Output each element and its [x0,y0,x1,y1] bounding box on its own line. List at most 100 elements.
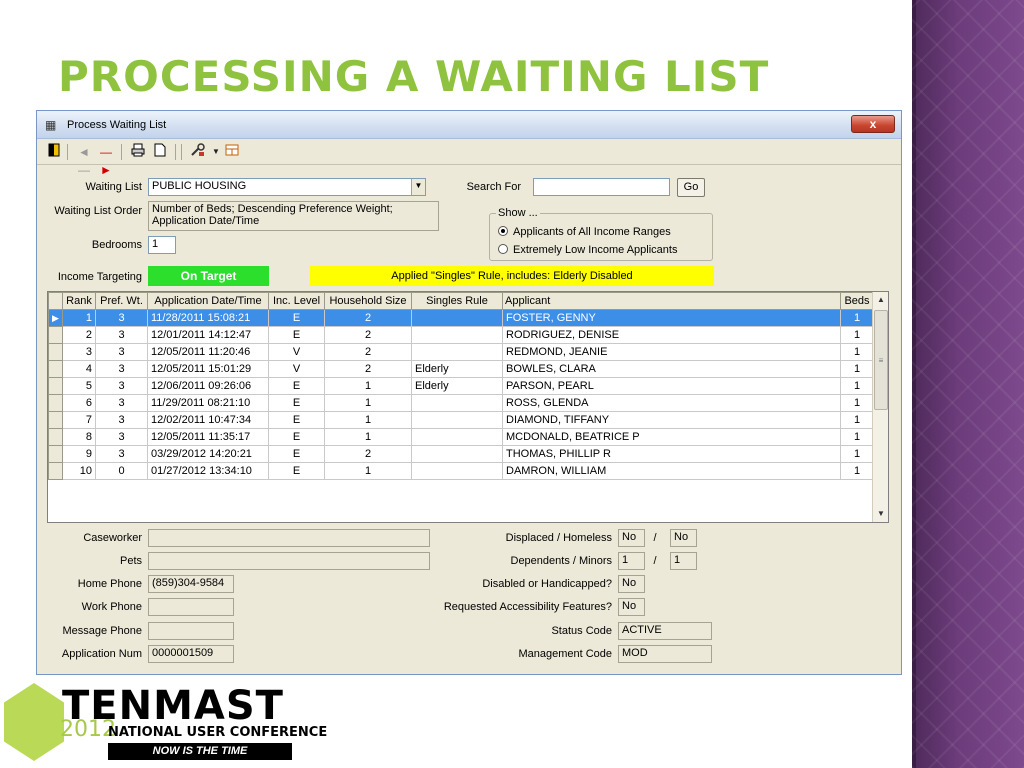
grid-scrollbar[interactable]: ▲ ≡ ▼ [872,292,888,522]
cell-beds: 1 [840,377,874,395]
cell-pref: 3 [95,360,148,378]
cell-singles [411,428,503,446]
column-header[interactable]: Inc. Level [268,292,325,310]
logo-badge-icon [4,683,64,761]
waiting-list-select[interactable]: PUBLIC HOUSING ▼ [148,178,426,196]
displaced-field: No [618,529,645,547]
cell-applicant: THOMAS, PHILLIP R [502,445,841,463]
row-indicator [48,411,63,429]
cell-applicant: MCDONALD, BEATRICE P [502,428,841,446]
application-num-field: 0000001509 [148,645,234,663]
tenmast-logo: TENMAST 2012 NATIONAL USER CONFERENCE NO… [4,683,327,763]
waiting-list-label: Waiting List [85,181,142,193]
cell-singles [411,326,503,344]
cell-hh: 1 [324,394,412,412]
cell-singles [411,309,503,327]
table-row[interactable]: ▶ 1 3 11/28/2011 15:08:21 E 2 FOSTER, GENNY 1 [48,309,874,327]
caseworker-label: Caseworker [83,532,142,544]
print-icon[interactable] [129,143,147,161]
radio-extremely-low[interactable]: Extremely Low Income Applicants [498,244,677,256]
column-header[interactable]: Rank [62,292,96,310]
caseworker-field [148,529,430,547]
dependents-field: 1 [618,552,645,570]
cell-beds: 1 [840,343,874,361]
accessibility-label: Requested Accessibility Features? [443,601,612,613]
scroll-thumb[interactable]: ≡ [874,310,888,410]
slash-separator: / [653,555,657,567]
minors-field: 1 [670,552,697,570]
cell-pref: 3 [95,411,148,429]
cell-pref: 3 [95,445,148,463]
cell-inc: E [268,326,325,344]
cell-rank: 6 [62,394,96,412]
cell-hh: 1 [324,428,412,446]
cell-applicant: REDMOND, JEANIE [502,343,841,361]
cell-singles: Elderly [411,360,503,378]
message-phone-field [148,622,234,640]
toolbar: ◄— —► ▼ [37,139,901,177]
cell-inc: E [268,462,325,480]
scroll-up-icon[interactable]: ▲ [873,292,888,308]
row-indicator [48,462,63,480]
cell-rank: 2 [62,326,96,344]
table-row[interactable]: 4 3 12/05/2011 15:01:29 V 2 Elderly BOWLES, CL… [48,360,874,378]
column-header[interactable]: Beds [840,292,874,310]
cell-beds: 1 [840,326,874,344]
table-row[interactable]: 10 0 01/27/2012 13:34:10 E 1 DAMRON, WILLIAM 1 [48,462,874,480]
disabled-label: Disabled or Handicapped? [482,578,612,590]
waiting-list-order-field: Number of Beds; Descending Preference We… [148,201,439,231]
on-target-badge: On Target [148,266,269,286]
cell-pref: 0 [95,462,148,480]
column-header[interactable]: Application Date/Time [147,292,269,310]
cell-date: 12/02/2011 10:47:34 [147,411,269,429]
close-button[interactable]: x [851,115,895,133]
table-row[interactable]: 7 3 12/02/2011 10:47:34 E 1 DIAMOND, TIFFANY 1 [48,411,874,429]
cell-date: 12/05/2011 11:35:17 [147,428,269,446]
logo-tagline: NOW IS THE TIME [108,743,292,760]
cell-applicant: BOWLES, CLARA [502,360,841,378]
back-arrow-icon[interactable]: ◄— [75,143,93,177]
cell-pref: 3 [95,428,148,446]
slash-separator: / [653,532,657,544]
cell-hh: 1 [324,377,412,395]
cell-applicant: RODRIGUEZ, DENISE [502,326,841,344]
search-input[interactable] [533,178,670,196]
column-header[interactable]: Singles Rule [411,292,503,310]
slide: PROCESSING A WAITING LIST ▦ Process Wait… [0,0,1024,768]
current-row-indicator-icon: ▶ [48,309,63,327]
table-row[interactable]: 9 3 03/29/2012 14:20:21 E 2 THOMAS, PHILLIP R… [48,445,874,463]
cell-hh: 1 [324,462,412,480]
go-button[interactable]: Go [677,178,705,197]
cell-date: 12/05/2011 11:20:46 [147,343,269,361]
column-header[interactable]: Pref. Wt. [95,292,148,310]
disabled-field: No [618,575,645,593]
export-icon[interactable] [223,143,241,161]
bedrooms-input[interactable]: 1 [148,236,176,254]
displaced-homeless-label: Displaced / Homeless [505,532,612,544]
order-line-2: Application Date/Time [152,215,260,227]
table-row[interactable]: 5 3 12/06/2011 09:26:06 E 1 Elderly PARSON, PE… [48,377,874,395]
column-header[interactable]: Applicant [502,292,841,310]
exit-icon[interactable] [45,143,63,161]
table-row[interactable]: 6 3 11/29/2011 08:21:10 E 1 ROSS, GLENDA 1 [48,394,874,412]
cell-rank: 4 [62,360,96,378]
cell-beds: 1 [840,428,874,446]
decorative-side-band [912,0,1024,768]
tools-icon[interactable] [189,143,207,161]
table-row[interactable]: 8 3 12/05/2011 11:35:17 E 1 MCDONALD, BEATRIC… [48,428,874,446]
table-row[interactable]: 3 3 12/05/2011 11:20:46 V 2 REDMOND, JEANIE 1 [48,343,874,361]
radio-all-income[interactable]: Applicants of All Income Ranges [498,226,671,238]
new-document-icon[interactable] [151,143,169,161]
cell-inc: V [268,343,325,361]
forward-arrow-icon[interactable]: —► [97,143,115,177]
scroll-down-icon[interactable]: ▼ [873,506,888,522]
management-code-field: MOD [618,645,712,663]
singles-rule-banner: Applied "Singles" Rule, includes: Elderl… [310,266,714,286]
table-row[interactable]: 2 3 12/01/2011 14:12:47 E 2 RODRIGUEZ, DENISE… [48,326,874,344]
show-label: Show ... [496,207,540,219]
home-phone-label: Home Phone [77,578,142,590]
radio-all-income-label: Applicants of All Income Ranges [513,226,671,238]
chevron-down-icon[interactable]: ▼ [411,179,425,195]
cell-date: 01/27/2012 13:34:10 [147,462,269,480]
column-header[interactable]: Household Size [324,292,412,310]
